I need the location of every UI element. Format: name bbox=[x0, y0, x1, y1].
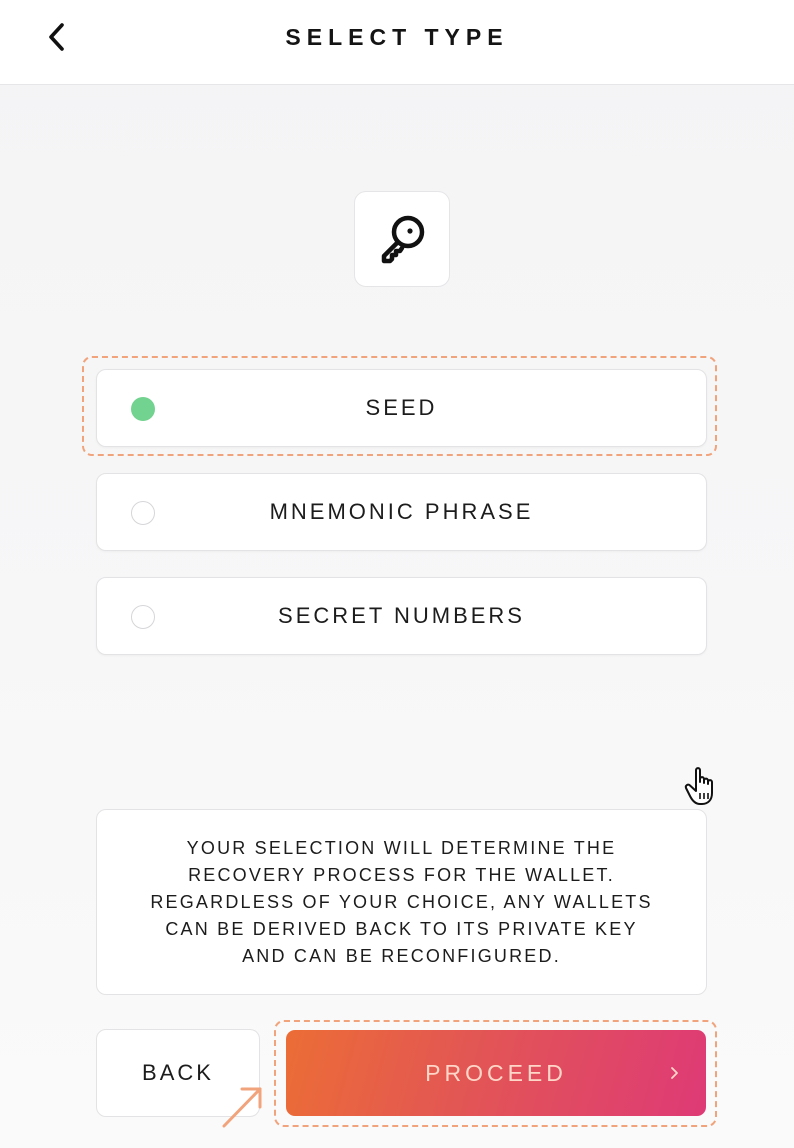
option-label: SECRET NUMBERS bbox=[278, 603, 525, 628]
proceed-label: PROCEED bbox=[425, 1059, 567, 1086]
info-line: RECOVERY PROCESS FOR THE WALLET. bbox=[188, 864, 615, 885]
option-secret-numbers[interactable]: SECRET NUMBERS bbox=[96, 577, 707, 655]
key-icon-tile bbox=[354, 191, 450, 287]
option-mnemonic-phrase[interactable]: MNEMONIC PHRASE bbox=[96, 473, 707, 551]
hand-cursor-icon bbox=[684, 767, 713, 805]
pointer-arrow-icon bbox=[222, 1087, 262, 1128]
key-icon bbox=[381, 215, 425, 264]
info-line: AND CAN BE RECONFIGURED. bbox=[242, 945, 561, 966]
option-label: SEED bbox=[365, 395, 438, 420]
page-title: SELECT TYPE bbox=[285, 24, 509, 50]
proceed-button[interactable]: PROCEED bbox=[286, 1030, 706, 1116]
info-line: REGARDLESS OF YOUR CHOICE, ANY WALLETS bbox=[150, 891, 653, 912]
info-line: CAN BE DERIVED BACK TO ITS PRIVATE KEY bbox=[165, 918, 638, 939]
info-box: YOUR SELECTION WILL DETERMINE THE RECOVE… bbox=[96, 809, 707, 995]
info-text: YOUR SELECTION WILL DETERMINE THE RECOVE… bbox=[150, 835, 652, 970]
option-label: MNEMONIC PHRASE bbox=[269, 499, 534, 524]
info-line: YOUR SELECTION WILL DETERMINE THE bbox=[186, 837, 617, 858]
select-type-screen: SELECT TYPE SEED MNEMONIC PHRASE SECRET … bbox=[0, 0, 794, 1148]
chevron-right-icon bbox=[671, 1067, 678, 1079]
option-seed[interactable]: SEED bbox=[96, 369, 713, 805]
header-bar: SELECT TYPE bbox=[0, 0, 794, 85]
